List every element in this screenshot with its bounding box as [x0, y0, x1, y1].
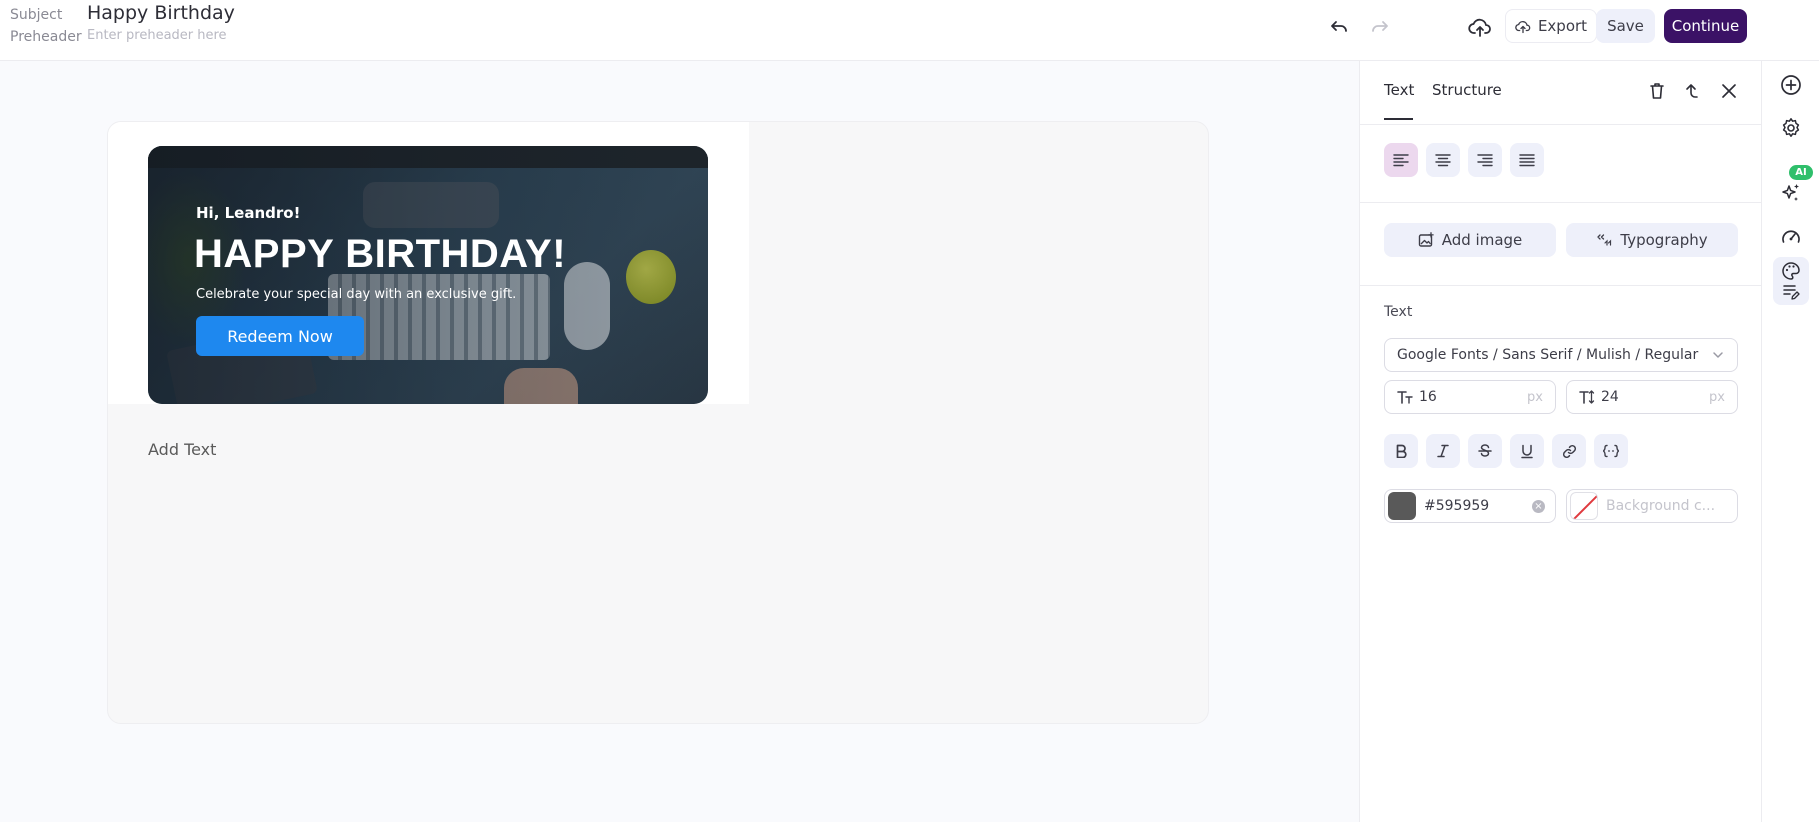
undo-icon: [1331, 21, 1347, 32]
strikethrough-icon: [1478, 444, 1492, 457]
line-height-field[interactable]: 24 px: [1566, 380, 1738, 414]
settings-button[interactable]: [1773, 110, 1809, 146]
speed-icon: [1782, 230, 1800, 243]
tab-structure[interactable]: Structure: [1432, 81, 1502, 99]
continue-button[interactable]: Continue: [1664, 9, 1747, 43]
active-tab-indicator: [1384, 118, 1413, 120]
panel-divider: [1360, 285, 1762, 286]
align-center-button[interactable]: [1426, 143, 1460, 177]
text-color-value: #595959: [1424, 498, 1490, 514]
line-height-unit: px: [1709, 389, 1725, 405]
font-family-select[interactable]: Google Fonts / Sans Serif / Mulish / Reg…: [1384, 338, 1738, 372]
subject-label: Subject: [10, 7, 63, 23]
typography-button[interactable]: Typography: [1566, 223, 1738, 257]
underline-button[interactable]: [1510, 434, 1544, 468]
font-size-icon: [1397, 391, 1413, 404]
redo-button[interactable]: [1367, 14, 1393, 40]
align-left-icon: [1393, 154, 1409, 167]
background-color-input[interactable]: [1606, 498, 1726, 514]
hero-greeting[interactable]: Hi, Leandro!: [196, 204, 300, 222]
hero-image[interactable]: Hi, Leandro! HAPPY BIRTHDAY! Celebrate y…: [148, 146, 708, 404]
subject-field[interactable]: Happy Birthday: [87, 2, 235, 24]
font-size-field[interactable]: 16 px: [1384, 380, 1556, 414]
link-button[interactable]: [1552, 434, 1586, 468]
preheader-input[interactable]: [87, 28, 387, 43]
editor-canvas: Hi, Leandro! HAPPY BIRTHDAY! Celebrate y…: [0, 61, 1359, 822]
close-icon: [1722, 84, 1736, 98]
trash-icon: [1650, 83, 1664, 99]
palette-icon: [1782, 262, 1800, 280]
top-bar: Subject Happy Birthday Preheader Export …: [0, 0, 1819, 61]
bold-icon: [1396, 444, 1407, 458]
clear-color-icon[interactable]: ×: [1532, 500, 1545, 513]
settings-icon: [1782, 118, 1800, 137]
text-style-icon: [1783, 285, 1800, 300]
upload-button[interactable]: [1465, 12, 1495, 42]
hero-block[interactable]: Hi, Leandro! HAPPY BIRTHDAY! Celebrate y…: [108, 122, 749, 404]
close-panel-button[interactable]: [1717, 79, 1741, 103]
performance-button[interactable]: [1773, 219, 1809, 255]
align-justify-icon: [1519, 154, 1535, 167]
align-justify-button[interactable]: [1510, 143, 1544, 177]
hero-subtitle[interactable]: Celebrate your special day with an exclu…: [196, 287, 516, 302]
align-left-button[interactable]: [1384, 143, 1418, 177]
link-icon: [1562, 444, 1576, 458]
redeem-now-button[interactable]: Redeem Now: [196, 316, 364, 356]
ai-assistant-button[interactable]: [1773, 175, 1809, 211]
line-height-value: 24: [1601, 389, 1619, 405]
image-add-icon: [1418, 232, 1434, 247]
export-label: Export: [1537, 17, 1588, 35]
text-color-field[interactable]: #595959 ×: [1384, 489, 1556, 523]
font-family-value: Google Fonts / Sans Serif / Mulish / Reg…: [1397, 347, 1699, 363]
underline-icon: [1521, 444, 1533, 458]
no-color-swatch[interactable]: [1570, 492, 1598, 520]
typography-label: Typography: [1620, 231, 1708, 249]
align-right-icon: [1477, 154, 1493, 167]
background-color-field[interactable]: [1566, 489, 1738, 523]
quote-icon: [1597, 234, 1612, 246]
italic-button[interactable]: [1426, 434, 1460, 468]
bold-button[interactable]: [1384, 434, 1418, 468]
merge-tag-button[interactable]: [1594, 434, 1628, 468]
save-button[interactable]: Save: [1596, 9, 1655, 43]
line-height-icon: [1579, 390, 1595, 404]
style-tools-group[interactable]: [1773, 257, 1809, 305]
panel-divider: [1360, 202, 1762, 203]
add-image-button[interactable]: Add image: [1384, 223, 1556, 257]
ai-sparkle-icon: [1782, 184, 1799, 201]
merge-tag-icon: [1603, 444, 1619, 458]
text-section-label: Text: [1384, 304, 1413, 320]
properties-panel: Text Structure Add image Typography Text…: [1359, 61, 1762, 822]
delete-block-button[interactable]: [1645, 79, 1669, 103]
cloud-export-icon: [1515, 20, 1531, 33]
chevron-down-icon: [1713, 352, 1723, 358]
font-size-unit: px: [1527, 389, 1543, 405]
select-parent-button[interactable]: [1679, 79, 1703, 103]
font-size-value: 16: [1419, 389, 1437, 405]
tab-text[interactable]: Text: [1384, 81, 1414, 99]
add-block-button[interactable]: [1773, 67, 1809, 103]
add-text-block[interactable]: Add Text: [148, 440, 216, 459]
strikethrough-button[interactable]: [1468, 434, 1502, 468]
hero-title[interactable]: HAPPY BIRTHDAY!: [194, 232, 566, 277]
align-right-button[interactable]: [1468, 143, 1502, 177]
add-icon: [1781, 75, 1801, 95]
redo-icon: [1372, 21, 1388, 32]
side-rail: AI: [1761, 61, 1819, 822]
text-color-swatch[interactable]: [1388, 492, 1416, 520]
add-image-label: Add image: [1441, 231, 1523, 249]
align-center-icon: [1435, 154, 1451, 167]
italic-icon: [1437, 444, 1449, 458]
arrow-up-left-icon: [1686, 84, 1698, 98]
undo-button[interactable]: [1326, 14, 1352, 40]
panel-divider: [1360, 124, 1762, 125]
cloud-upload-icon: [1468, 18, 1491, 37]
email-template[interactable]: Hi, Leandro! HAPPY BIRTHDAY! Celebrate y…: [107, 121, 1209, 724]
export-button[interactable]: Export: [1505, 9, 1597, 43]
preheader-label: Preheader: [10, 29, 82, 45]
